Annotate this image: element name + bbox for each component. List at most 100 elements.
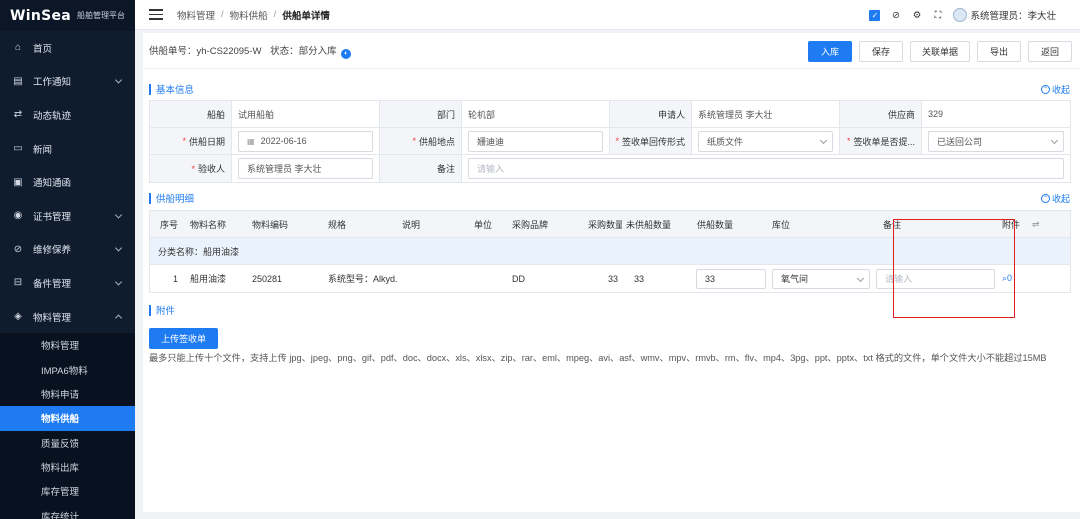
remark-label: 备注 bbox=[380, 155, 462, 182]
submenu-item-material-supply[interactable]: 物料供船 bbox=[0, 406, 135, 431]
chevron-down-icon bbox=[114, 278, 123, 286]
row-attachment-link[interactable]: ⌕0 bbox=[998, 273, 1028, 284]
group-label: 分类名称： bbox=[158, 246, 204, 257]
col-remark: 备注 bbox=[883, 219, 902, 230]
col-brand: 采购品牌 bbox=[512, 219, 549, 230]
fullscreen-icon[interactable]: ⛶ bbox=[932, 10, 943, 21]
required-mark: * bbox=[191, 163, 195, 174]
col-supply-qty: 供船数量 bbox=[697, 219, 734, 230]
table-row: 1 船用油漆 250281 系统型号：Alkyd... DD 33 33 33 … bbox=[150, 265, 1070, 292]
breadcrumb: 物料管理 / 物料供船 / 供船单详情 bbox=[177, 8, 330, 22]
supply-location-input[interactable]: 姗迪迪 bbox=[468, 130, 603, 152]
supply-detail-table: 序号 物料名称 物料编码 规格 说明 单位 采购品牌 采购数量 未供船数量 供船… bbox=[149, 210, 1071, 293]
breadcrumb-separator: / bbox=[273, 9, 277, 20]
row-location-cell: 氧气间 bbox=[769, 268, 873, 289]
attachments-header: 附件 bbox=[143, 300, 1080, 320]
submenu-item-impa6[interactable]: IMPA6物料 bbox=[0, 358, 135, 382]
submenu-item-material-out[interactable]: 物料出库 bbox=[0, 455, 135, 479]
breadcrumb-item[interactable]: 物料供船 bbox=[230, 8, 268, 22]
action-buttons: 入库 保存 关联单据 导出 返回 bbox=[808, 41, 1072, 62]
chevron-down-icon bbox=[819, 136, 828, 144]
news-icon: ▭ bbox=[13, 143, 23, 155]
sidebar-item-label: 首页 bbox=[33, 43, 53, 55]
supply-date-label: * 供船日期 bbox=[150, 128, 232, 154]
chevron-down-icon bbox=[114, 211, 123, 219]
sidebar-item-track[interactable]: ⇄ 动态轨迹 bbox=[0, 98, 135, 132]
home-icon: ⌂ bbox=[14, 42, 22, 54]
row-material-code: 250281 bbox=[252, 273, 283, 284]
logo: WinSea 船舶管理平台 bbox=[0, 0, 135, 31]
section-bar bbox=[149, 192, 151, 204]
back-button[interactable]: 返回 bbox=[1028, 41, 1072, 62]
department-value: 轮机部 bbox=[462, 101, 610, 127]
breadcrumb-separator: / bbox=[221, 9, 224, 20]
certificate-icon: ◉ bbox=[13, 210, 23, 222]
sidebar-item-notice[interactable]: ▣ 通知通函 bbox=[0, 165, 135, 199]
receipt-format-select[interactable]: 纸质文件 bbox=[698, 130, 833, 152]
sidebar-item-label: 物料管理 bbox=[33, 312, 72, 324]
status-label: 状态： bbox=[270, 45, 299, 57]
sidebar-item-label: 动态轨迹 bbox=[33, 110, 72, 122]
inspector-input[interactable]: 系统管理员 李大壮 bbox=[238, 158, 373, 179]
stock-in-button[interactable]: 入库 bbox=[808, 41, 852, 62]
row-remark-input[interactable]: 请输入 bbox=[876, 268, 995, 289]
chevron-down-icon bbox=[114, 76, 123, 84]
related-docs-button[interactable]: 关联单据 bbox=[910, 41, 970, 62]
collapse-label: 收起 bbox=[1051, 194, 1070, 204]
info-row: 船舶 试用船舶 部门 轮机部 申请人 系统管理员 李大壮 供应商 329 bbox=[150, 101, 1070, 128]
chevron-up-icon: ⌃ bbox=[1040, 194, 1050, 203]
location-select[interactable]: 氧气间 bbox=[772, 268, 870, 289]
remark-input[interactable]: 请输入 bbox=[468, 158, 1064, 179]
row-material-name: 船用油漆 bbox=[190, 274, 227, 284]
collapse-supply-detail[interactable]: ⌃ 收起 bbox=[1040, 192, 1070, 205]
submenu-item-quality-feedback[interactable]: 质量反馈 bbox=[0, 431, 135, 455]
chevron-down-icon bbox=[856, 274, 865, 282]
status-info-icon[interactable]: ◐ bbox=[341, 48, 352, 59]
column-settings-icon[interactable]: ⇌ bbox=[1028, 219, 1042, 230]
col-material-name: 物料名称 bbox=[190, 219, 227, 230]
basic-info-grid: 船舶 试用船舶 部门 轮机部 申请人 系统管理员 李大壮 供应商 329 * 供船… bbox=[149, 100, 1071, 183]
avatar bbox=[953, 8, 968, 22]
notice-icon: ▣ bbox=[13, 176, 23, 188]
sidebar-item-material[interactable]: ◈ 物料管理 bbox=[0, 300, 135, 334]
supply-location-label: * 供船地点 bbox=[380, 128, 462, 154]
row-remark-cell: 请输入 bbox=[873, 268, 998, 289]
submenu-item-material-request[interactable]: 物料申请 bbox=[0, 382, 135, 406]
supplier-value: 329 bbox=[928, 109, 944, 119]
chevron-up-icon: ⌃ bbox=[1040, 85, 1050, 94]
sidebar-item-work-notice[interactable]: ▤ 工作通知 bbox=[0, 65, 135, 99]
applicant-value: 系统管理员 李大壮 bbox=[692, 101, 840, 127]
collapse-basic-info[interactable]: ⌃ 收起 bbox=[1040, 83, 1070, 96]
sidebar-item-label: 通知通函 bbox=[33, 178, 72, 190]
main-content: 供船单号：yh-CS22095-W 状态：部分入库 ◐ 入库 保存 关联单据 导… bbox=[143, 33, 1080, 512]
material-submenu: 物料管理 IMPA6物料 物料申请 物料供船 质量反馈 物料出库 库存管理 库存… bbox=[0, 333, 135, 519]
upload-receipt-button[interactable]: 上传签收单 bbox=[149, 328, 218, 349]
chevron-down-icon bbox=[114, 244, 123, 252]
submenu-item-inventory[interactable]: 库存管理 bbox=[0, 479, 135, 503]
theme-icon[interactable]: ⊘ bbox=[890, 10, 901, 21]
supply-date-picker[interactable]: ▦ 2022-06-16 bbox=[238, 130, 373, 152]
collapse-label: 收起 bbox=[1051, 85, 1070, 95]
user-label: 系统管理员：李大壮 bbox=[970, 11, 1056, 22]
route-icon: ⇄ bbox=[13, 109, 23, 121]
export-button[interactable]: 导出 bbox=[977, 41, 1021, 62]
menu-toggle-icon[interactable] bbox=[149, 9, 163, 20]
supply-location-cell: 姗迪迪 bbox=[462, 128, 610, 154]
user-menu[interactable]: 系统管理员：李大壮 bbox=[953, 8, 1056, 22]
breadcrumb-item[interactable]: 物料管理 bbox=[177, 8, 215, 22]
receipt-submitted-select[interactable]: 已送回公司 bbox=[928, 130, 1064, 152]
sidebar-item-certificate[interactable]: ◉ 证书管理 bbox=[0, 199, 135, 233]
sidebar-item-home[interactable]: ⌂ 首页 bbox=[0, 31, 135, 65]
supply-qty-input[interactable]: 33 bbox=[696, 268, 766, 289]
submenu-item-inventory-stats[interactable]: 库存统计 bbox=[0, 503, 135, 519]
chevron-up-icon bbox=[114, 314, 123, 322]
breadcrumb-current: 供船单详情 bbox=[282, 10, 330, 22]
sidebar-item-news[interactable]: ▭ 新闻 bbox=[0, 132, 135, 166]
submenu-item-material-manage[interactable]: 物料管理 bbox=[0, 333, 135, 357]
settings-icon[interactable]: ⚙ bbox=[911, 10, 922, 21]
sidebar-item-spare-parts[interactable]: ⊟ 备件管理 bbox=[0, 266, 135, 300]
checkbox-icon[interactable]: ✓ bbox=[869, 9, 881, 21]
order-no: yh-CS22095-W bbox=[196, 45, 262, 57]
sidebar-item-maintenance[interactable]: ⊘ 维修保养 bbox=[0, 233, 135, 267]
save-button[interactable]: 保存 bbox=[859, 41, 903, 62]
